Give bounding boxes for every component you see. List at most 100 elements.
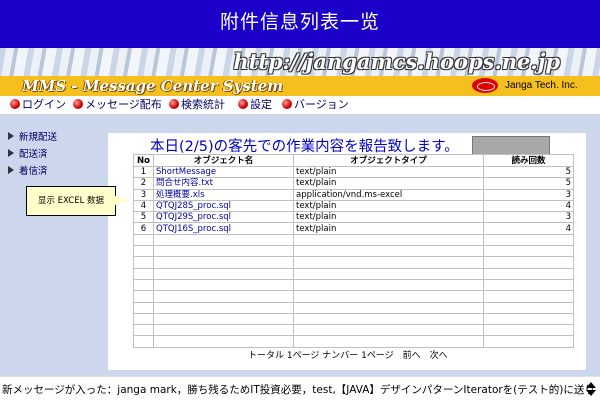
empty-cell <box>483 256 574 269</box>
nav-message-distribution[interactable]: メッセージ配布 <box>73 96 162 113</box>
empty-cell <box>293 245 484 258</box>
table-row: 6 QTQJ16S_proc.sql text/plain 4 <box>133 222 574 235</box>
row-no: 3 <box>133 188 154 201</box>
row-object-type: text/plain <box>293 211 484 224</box>
empty-table-row <box>133 267 574 280</box>
nav-label: バージョン <box>294 98 349 111</box>
row-object-type: application/vnd.ms-excel <box>293 188 484 201</box>
sidebar-item-new-delivery[interactable]: 新規配送 <box>8 129 57 143</box>
row-object-type: text/plain <box>293 222 484 235</box>
empty-cell <box>133 312 154 326</box>
row-no: 4 <box>133 199 154 213</box>
row-no: 6 <box>133 222 154 235</box>
ticker-scroll-control[interactable] <box>586 380 596 398</box>
empty-cell <box>483 324 574 337</box>
app-title: MMS - Message Center System <box>22 77 284 95</box>
empty-cell <box>293 312 484 326</box>
row-read-count: 3 <box>483 211 574 224</box>
nav-label: 設定 <box>250 98 272 111</box>
row-object-name-link[interactable]: ShortMessage <box>153 165 294 179</box>
arrow-down-icon[interactable] <box>586 390 596 396</box>
empty-cell <box>293 335 484 348</box>
empty-table-row <box>133 278 574 292</box>
row-object-name-link[interactable]: QTQJ29S_proc.sql <box>153 211 294 224</box>
empty-cell <box>293 267 484 280</box>
row-read-count: 4 <box>483 222 574 235</box>
column-header-object-type: オブジェクトタイプ <box>293 154 484 167</box>
sidebar-item-received[interactable]: 着信済 <box>8 163 48 177</box>
table-header-row: No オブジェクト名 オブジェクトタイプ 読み回数 <box>133 154 574 167</box>
empty-table-row <box>133 301 574 314</box>
news-ticker: 新メッセージが入った：janga mark，勝ち残るためIT投資必要，test,… <box>0 376 600 403</box>
red-ball-icon <box>238 99 248 109</box>
empty-cell <box>153 301 294 314</box>
red-ball-icon <box>73 99 83 109</box>
nav-login[interactable]: ログイン <box>10 96 66 113</box>
empty-table-row <box>133 312 574 326</box>
row-read-count: 5 <box>483 165 574 179</box>
nav-settings[interactable]: 設定 <box>238 96 272 113</box>
sidebar-item-label: 配送済 <box>19 149 48 160</box>
empty-cell <box>133 245 154 258</box>
empty-cell <box>293 290 484 303</box>
sidebar-item-delivered[interactable]: 配送済 <box>8 146 48 160</box>
nav-label: ログイン <box>22 98 66 111</box>
empty-cell <box>483 278 574 292</box>
column-header-object-name: オブジェクト名 <box>153 154 294 167</box>
row-object-name-link[interactable]: QTQJ16S_proc.sql <box>153 222 294 235</box>
red-ball-icon <box>282 99 292 109</box>
arrow-right-icon <box>8 149 14 157</box>
heading-gray-box <box>472 136 550 155</box>
empty-cell <box>293 324 484 337</box>
empty-table-row <box>133 245 574 258</box>
red-ball-icon <box>169 99 179 109</box>
empty-cell <box>133 324 154 337</box>
empty-cell <box>153 245 294 258</box>
empty-cell <box>153 256 294 269</box>
table-row: 5 QTQJ29S_proc.sql text/plain 3 <box>133 211 574 224</box>
nav-label: 検索統計 <box>181 98 225 111</box>
row-object-type: text/plain <box>293 199 484 213</box>
sidebar-item-label: 新規配送 <box>19 132 58 143</box>
row-read-count: 4 <box>483 199 574 213</box>
row-object-name-link[interactable]: 問合せ内容.txt <box>153 177 294 190</box>
row-no: 1 <box>133 165 154 179</box>
row-no: 5 <box>133 211 154 224</box>
nav-version[interactable]: バージョン <box>282 96 349 113</box>
nav-label: メッセージ配布 <box>85 98 162 111</box>
empty-cell <box>483 233 574 247</box>
arrow-right-icon <box>8 132 14 140</box>
app-header: MMS - Message Center System Janga Tech. … <box>0 76 600 96</box>
empty-cell <box>153 335 294 348</box>
empty-table-row <box>133 335 574 348</box>
empty-cell <box>133 301 154 314</box>
arrow-right-icon <box>8 166 14 174</box>
empty-cell <box>133 267 154 280</box>
nav-search-stats[interactable]: 検索統計 <box>169 96 225 113</box>
empty-cell <box>133 335 154 348</box>
empty-cell <box>293 233 484 247</box>
empty-table-row <box>133 233 574 247</box>
empty-cell <box>293 256 484 269</box>
row-read-count: 5 <box>483 177 574 190</box>
empty-cell <box>483 290 574 303</box>
sidebar-item-label: 着信済 <box>19 166 48 177</box>
excel-callout: 显示 EXCEL 数据 <box>26 186 131 216</box>
empty-table-row <box>133 256 574 269</box>
empty-cell <box>483 267 574 280</box>
empty-table-row <box>133 290 574 303</box>
arrow-up-icon[interactable] <box>586 382 596 388</box>
banner-url: http://jangamcs.hoops.ne.jp <box>233 49 560 74</box>
empty-cell <box>483 335 574 348</box>
row-object-name-link[interactable]: 処理概要.xls <box>153 188 294 201</box>
empty-cell <box>293 278 484 292</box>
empty-cell <box>483 245 574 258</box>
row-object-name-link[interactable]: QTQJ28S_proc.sql <box>153 199 294 213</box>
table-row: 3 処理概要.xls application/vnd.ms-excel 3 <box>133 188 574 201</box>
empty-cell <box>153 233 294 247</box>
table-row: 1 ShortMessage text/plain 5 <box>133 165 574 179</box>
empty-cell <box>153 324 294 337</box>
pagination[interactable]: トータル 1ページ ナンバー 1ページ 前へ 次へ <box>248 348 448 361</box>
report-heading: 本日(2/5)の客先での作業内容を報告致します。 <box>150 139 459 155</box>
column-header-read-count: 読み回数 <box>483 154 574 167</box>
